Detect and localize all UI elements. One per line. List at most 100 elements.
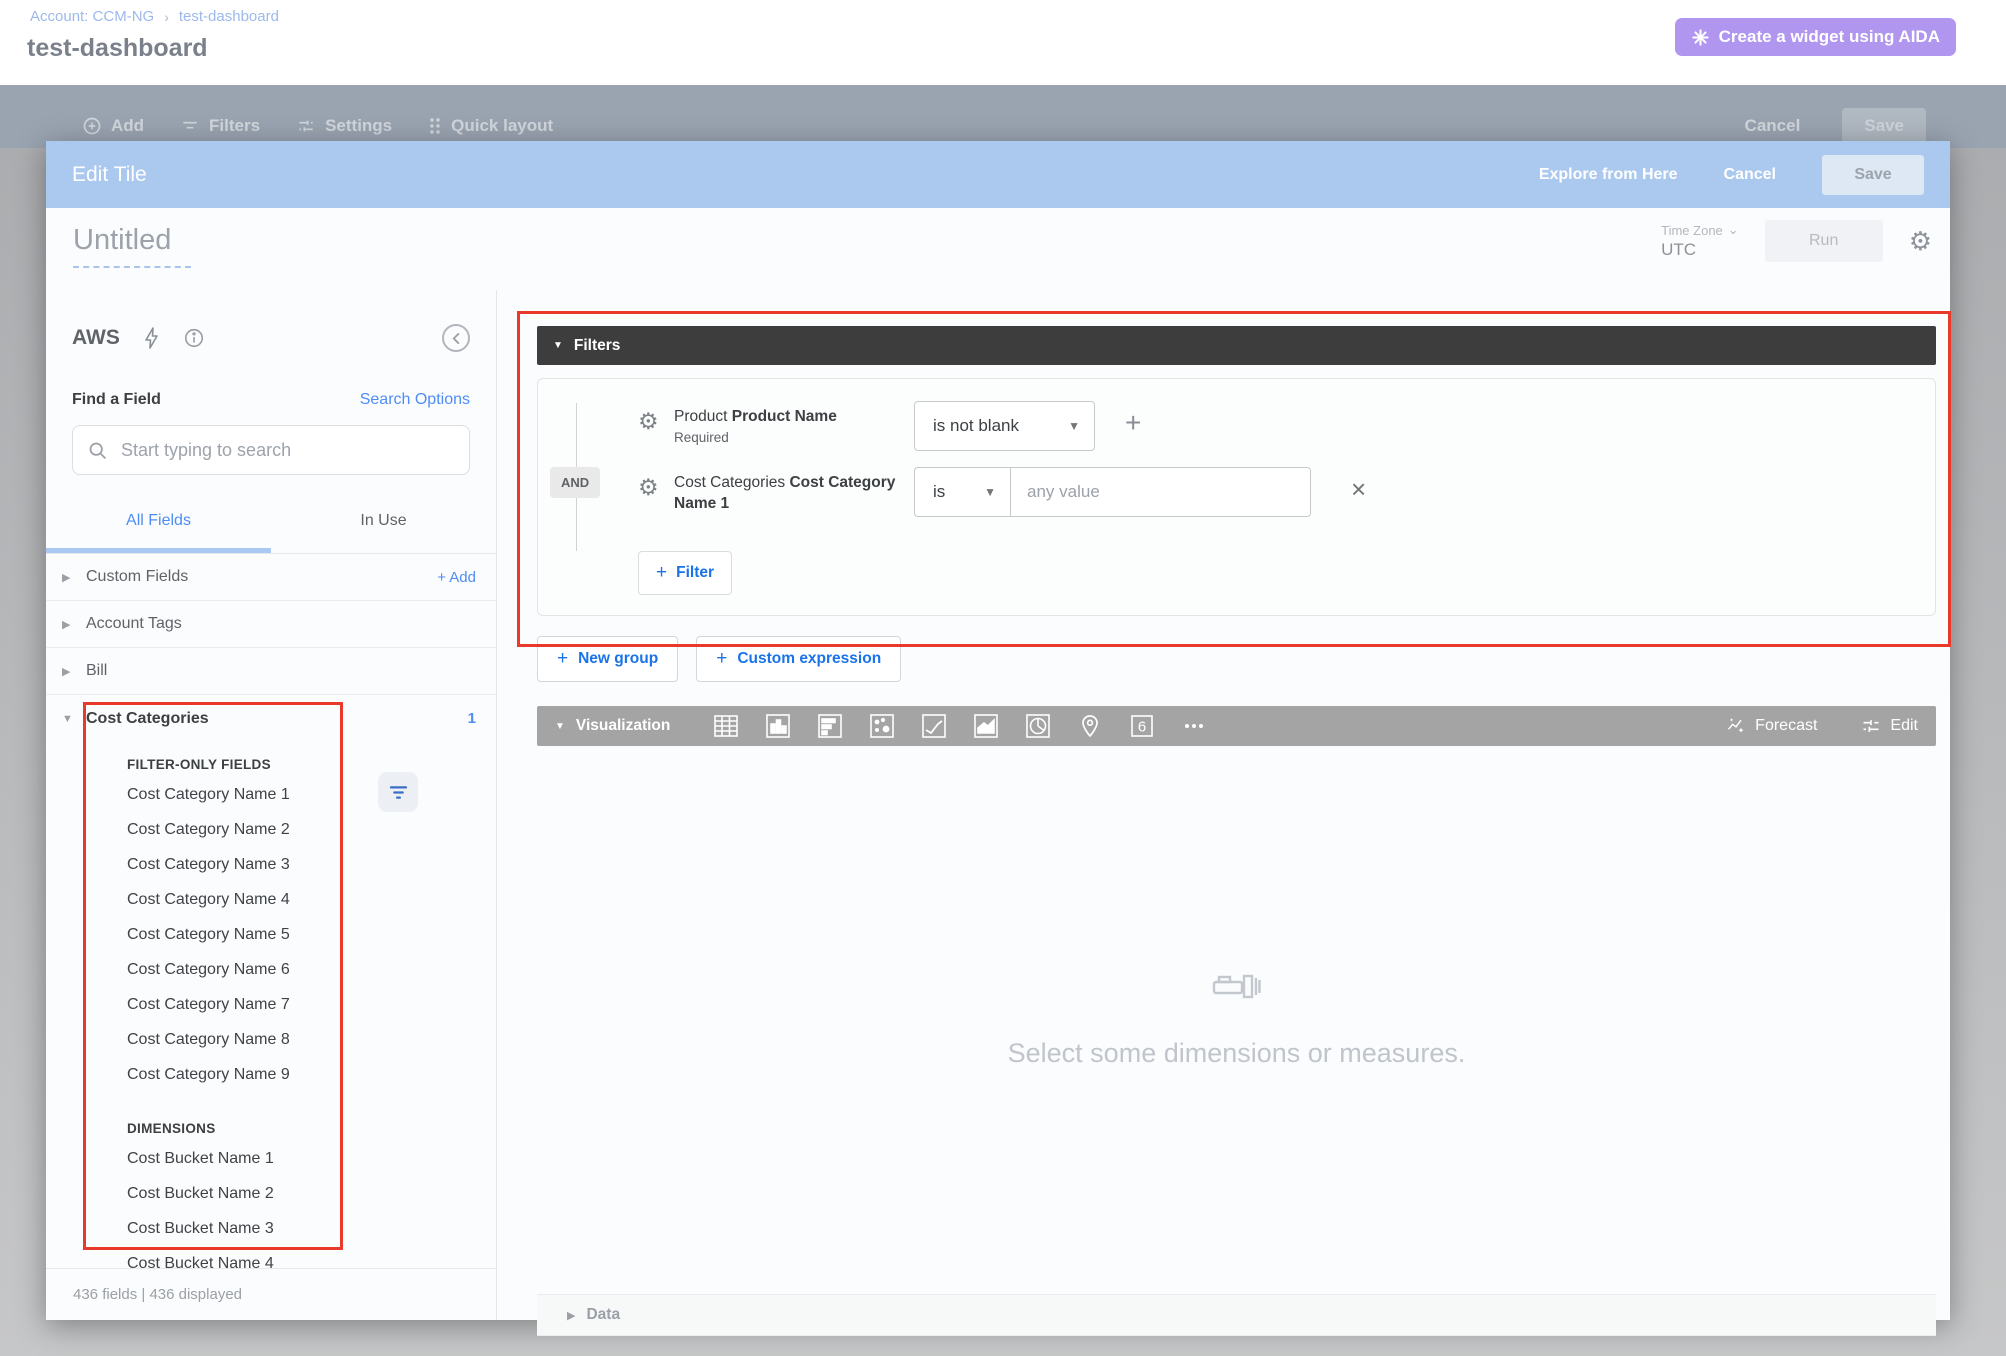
field-search-input[interactable] xyxy=(121,440,455,461)
custom-expression-button[interactable]: + Custom expression xyxy=(696,636,901,682)
filters-section-header[interactable]: ▼ Filters xyxy=(537,326,1936,365)
sliders-icon xyxy=(1861,716,1881,736)
data-section-header[interactable]: ▶ Data xyxy=(537,1294,1936,1336)
map-chart-icon[interactable] xyxy=(1076,713,1103,740)
toolbar-save-button[interactable]: Save xyxy=(1842,108,1926,144)
sliders-icon xyxy=(296,116,316,136)
empty-state-message: Select some dimensions or measures. xyxy=(1008,1038,1466,1069)
field-item[interactable]: Cost Category Name 8 xyxy=(127,1022,496,1057)
chevron-right-icon: ▶ xyxy=(62,618,86,631)
single-value-chart-icon[interactable]: 6 xyxy=(1128,713,1155,740)
caret-down-icon: ▼ xyxy=(553,340,563,351)
find-a-field-label: Find a Field xyxy=(72,391,161,409)
sidebar-item-custom-fields[interactable]: ▶ Custom Fields + Add xyxy=(46,554,496,601)
tab-in-use[interactable]: In Use xyxy=(271,512,496,553)
new-group-button[interactable]: + New group xyxy=(537,636,678,682)
filter-required-note: Required xyxy=(674,430,914,445)
pie-chart-icon[interactable] xyxy=(1024,713,1051,740)
operator-dropdown[interactable]: is not blank ▼ xyxy=(914,401,1095,451)
filter-icon xyxy=(389,785,408,800)
toolbar-cancel-button[interactable]: Cancel xyxy=(1745,116,1801,136)
plus-icon: + xyxy=(656,562,667,584)
edit-tile-modal: Edit Tile Explore from Here Cancel Save … xyxy=(46,141,1950,1320)
page-title: test-dashboard xyxy=(27,34,208,63)
modal-save-button[interactable]: Save xyxy=(1822,155,1924,195)
breadcrumb: Account: CCM-NG › test-dashboard xyxy=(30,8,279,25)
svg-text:6: 6 xyxy=(1138,719,1146,736)
tile-name-input[interactable]: Untitled xyxy=(73,224,171,257)
remove-filter-icon[interactable]: × xyxy=(1351,475,1366,503)
more-chart-types-icon[interactable] xyxy=(1180,713,1207,740)
modal-cancel-button[interactable]: Cancel xyxy=(1724,166,1776,184)
chevron-down-icon: ⌄ xyxy=(1728,222,1739,238)
field-item[interactable]: Cost Category Name 5 xyxy=(127,917,496,952)
bar-chart-icon[interactable] xyxy=(816,713,843,740)
visualization-section-header[interactable]: ▼ Visualization xyxy=(537,706,1936,746)
plus-icon: + xyxy=(557,648,568,670)
filter-value-input[interactable] xyxy=(1011,467,1311,517)
caret-down-icon: ▼ xyxy=(555,721,565,732)
field-item[interactable]: Cost Bucket Name 1 xyxy=(127,1141,496,1176)
collapse-sidebar-icon[interactable] xyxy=(442,324,470,352)
toolbar-add-button[interactable]: Add xyxy=(82,116,144,136)
create-widget-aida-button[interactable]: Create a widget using AIDA xyxy=(1675,18,1956,56)
drag-grid-icon xyxy=(428,117,442,135)
timezone-selector[interactable]: Time Zone ⌄ UTC xyxy=(1661,222,1739,260)
field-item[interactable]: Cost Category Name 7 xyxy=(127,987,496,1022)
add-value-plus-icon[interactable]: + xyxy=(1125,409,1141,437)
field-item[interactable]: Cost Category Name 3 xyxy=(127,847,496,882)
and-connector-chip[interactable]: AND xyxy=(550,467,600,498)
edit-visualization-button[interactable]: Edit xyxy=(1861,716,1918,736)
search-icon xyxy=(87,440,108,461)
field-item[interactable]: Cost Bucket Name 3 xyxy=(127,1211,496,1246)
plus-circle-icon xyxy=(82,116,102,136)
gear-icon[interactable]: ⚙ xyxy=(638,410,674,433)
filter-field-group: Cost Categories xyxy=(674,474,785,491)
toolbar-quick-layout-button[interactable]: Quick layout xyxy=(428,116,553,136)
line-chart-icon[interactable] xyxy=(920,713,947,740)
breadcrumb-account-link[interactable]: Account: CCM-NG xyxy=(30,8,154,25)
area-chart-icon[interactable] xyxy=(972,713,999,740)
sidebar-item-cost-categories[interactable]: ▼ Cost Categories 1 xyxy=(46,695,496,742)
add-filter-button[interactable]: + Filter xyxy=(638,551,732,595)
field-item[interactable]: Cost Category Name 9 xyxy=(127,1057,496,1092)
breadcrumb-current[interactable]: test-dashboard xyxy=(179,8,279,25)
cost-categories-count-badge: 1 xyxy=(468,710,476,727)
field-item[interactable]: Cost Category Name 1 xyxy=(127,777,496,812)
sidebar-item-account-tags[interactable]: ▶ Account Tags xyxy=(46,601,496,648)
field-search-box[interactable] xyxy=(72,425,470,475)
field-picker-sidebar: AWS Find a Field Search Options xyxy=(46,290,497,1320)
search-options-link[interactable]: Search Options xyxy=(360,391,470,409)
forecast-sparkle-icon xyxy=(1726,716,1746,736)
modal-title: Edit Tile xyxy=(72,163,147,187)
forecast-button[interactable]: Forecast xyxy=(1726,716,1817,736)
settings-gear-icon[interactable]: ⚙ xyxy=(1909,226,1932,257)
toolbar-settings-button[interactable]: Settings xyxy=(296,116,392,136)
filter-group-container: AND ⚙ Product Product Name Required is n… xyxy=(537,378,1936,616)
run-button[interactable]: Run xyxy=(1765,220,1883,262)
caret-down-icon: ▼ xyxy=(1068,419,1080,433)
dimensions-header: DIMENSIONS xyxy=(127,1121,496,1141)
gear-icon[interactable]: ⚙ xyxy=(638,476,674,499)
info-icon[interactable] xyxy=(183,327,205,349)
toolbar-filters-button[interactable]: Filters xyxy=(180,116,260,136)
filter-lines-icon xyxy=(180,116,200,136)
custom-fields-add-button[interactable]: + Add xyxy=(437,569,476,586)
breadcrumb-separator: › xyxy=(164,9,169,25)
filter-field-name: Product Name xyxy=(732,408,837,425)
caret-down-icon: ▼ xyxy=(984,485,996,499)
field-filter-button[interactable] xyxy=(378,772,418,812)
tab-all-fields[interactable]: All Fields xyxy=(46,512,271,553)
cost-categories-field-list: FILTER-ONLY FIELDS Cost Category Name 1 … xyxy=(46,757,496,1281)
scatter-chart-icon[interactable] xyxy=(868,713,895,740)
tile-title-row: Untitled Time Zone ⌄ UTC Run ⚙ xyxy=(46,208,1950,290)
field-item[interactable]: Cost Bucket Name 2 xyxy=(127,1176,496,1211)
field-item[interactable]: Cost Category Name 2 xyxy=(127,812,496,847)
operator-dropdown[interactable]: is ▼ xyxy=(914,467,1011,517)
table-chart-icon[interactable] xyxy=(712,713,739,740)
column-chart-icon[interactable] xyxy=(764,713,791,740)
field-item[interactable]: Cost Category Name 4 xyxy=(127,882,496,917)
sidebar-item-bill[interactable]: ▶ Bill xyxy=(46,648,496,695)
explore-from-here-link[interactable]: Explore from Here xyxy=(1539,166,1678,184)
field-item[interactable]: Cost Category Name 6 xyxy=(127,952,496,987)
